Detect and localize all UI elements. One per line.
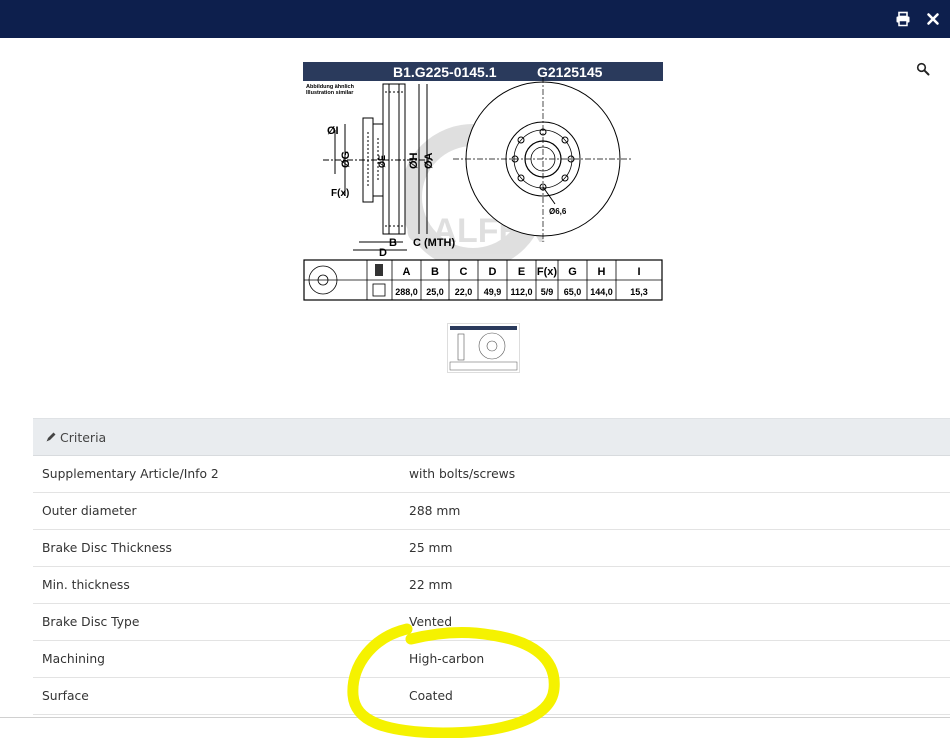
criteria-value: with bolts/screws (409, 467, 516, 481)
drawing-thumbnail[interactable] (447, 323, 520, 373)
thumbnail-image (449, 326, 518, 371)
criteria-value: 25 mm (409, 541, 453, 555)
dim-label-e: ØE (377, 155, 387, 168)
dim-table-value: 288,0 (395, 287, 418, 297)
dim-table-header: A (403, 266, 411, 278)
pencil-icon (46, 432, 56, 442)
dim-label-b: B (389, 237, 397, 249)
dim-table-header: F(x) (537, 266, 558, 278)
criteria-row: Outer diameter 288 mm (33, 493, 950, 530)
criteria-label: Outer diameter (42, 504, 137, 518)
dim-table-value: 65,0 (564, 287, 582, 297)
dim-table-value: 144,0 (590, 287, 613, 297)
dim-table-header: C (460, 266, 468, 278)
drawing-note-2: Illustration similar (306, 90, 354, 96)
dim-table-value: 22,0 (455, 287, 473, 297)
dim-label-h: ØH (408, 152, 420, 169)
mth-label: C (MTH) (413, 237, 455, 249)
criteria-row: Min. thickness 22 mm (33, 567, 950, 604)
dim-table-value: 25,0 (426, 287, 444, 297)
criteria-label: Brake Disc Thickness (42, 541, 172, 555)
criteria-row: Surface Coated (33, 678, 950, 715)
criteria-title: Criteria (60, 429, 107, 445)
criteria-row: Supplementary Article/Info 2 with bolts/s… (33, 456, 950, 493)
criteria-header: Criteria (33, 418, 950, 456)
criteria-value: 288 mm (409, 504, 461, 518)
criteria-value: High-carbon (409, 652, 485, 666)
bottom-divider (0, 717, 950, 718)
dim-table-header: G (568, 266, 577, 278)
criteria-rows: Supplementary Article/Info 2 with bolts/s… (33, 456, 950, 715)
dim-table-header: E (518, 266, 525, 278)
drawing-title-left: B1.G225-0145.1 (393, 64, 497, 80)
dim-table-header: I (637, 266, 640, 278)
criteria-row: Brake Disc Type Vented (33, 604, 950, 641)
printer-icon[interactable] (895, 11, 911, 27)
criteria-label: Min. thickness (42, 578, 130, 592)
dim-table-header: H (598, 266, 606, 278)
criteria-label: Supplementary Article/Info 2 (42, 467, 219, 481)
dim-label-f: F(x) (331, 188, 349, 199)
criteria-table: Criteria Supplementary Article/Info 2 wit… (33, 418, 950, 715)
drawing-title-right: G2125145 (537, 64, 603, 80)
magnifier-icon[interactable] (916, 62, 930, 76)
dim-table-value: 15,3 (630, 287, 648, 297)
dim-label-a: ØA (423, 152, 435, 169)
dim-table-value: 49,9 (484, 287, 502, 297)
top-bar (0, 0, 950, 38)
close-icon[interactable] (925, 11, 941, 27)
dim-table-value: 112,0 (510, 287, 532, 297)
dim-label-d: D (379, 247, 387, 259)
dim-label-i: ØI (327, 125, 339, 137)
criteria-value: Coated (409, 689, 453, 703)
criteria-row: Machining High-carbon (33, 641, 950, 678)
criteria-label: Surface (42, 689, 89, 703)
criteria-label: Brake Disc Type (42, 615, 140, 629)
dim-label-g: ØG (340, 151, 352, 168)
bolt-hole-label: Ø6,6 (549, 207, 567, 216)
brake-disc-drawing[interactable]: B1.G225-0145.1 G2125145 Abbildung ähnlic… (303, 62, 665, 304)
criteria-label: Machining (42, 652, 105, 666)
criteria-value: 22 mm (409, 578, 453, 592)
dimension-table: A 288,0 B 25,0 C 22,0 D 49,9 E 112,0 F(x) 5/9 G 65,0 H… (303, 259, 663, 301)
criteria-value: Vented (409, 615, 453, 629)
dim-table-header: B (431, 266, 439, 278)
dim-table-value: 5/9 (541, 287, 554, 297)
dim-table-header: D (489, 266, 497, 278)
criteria-row: Brake Disc Thickness 25 mm (33, 530, 950, 567)
